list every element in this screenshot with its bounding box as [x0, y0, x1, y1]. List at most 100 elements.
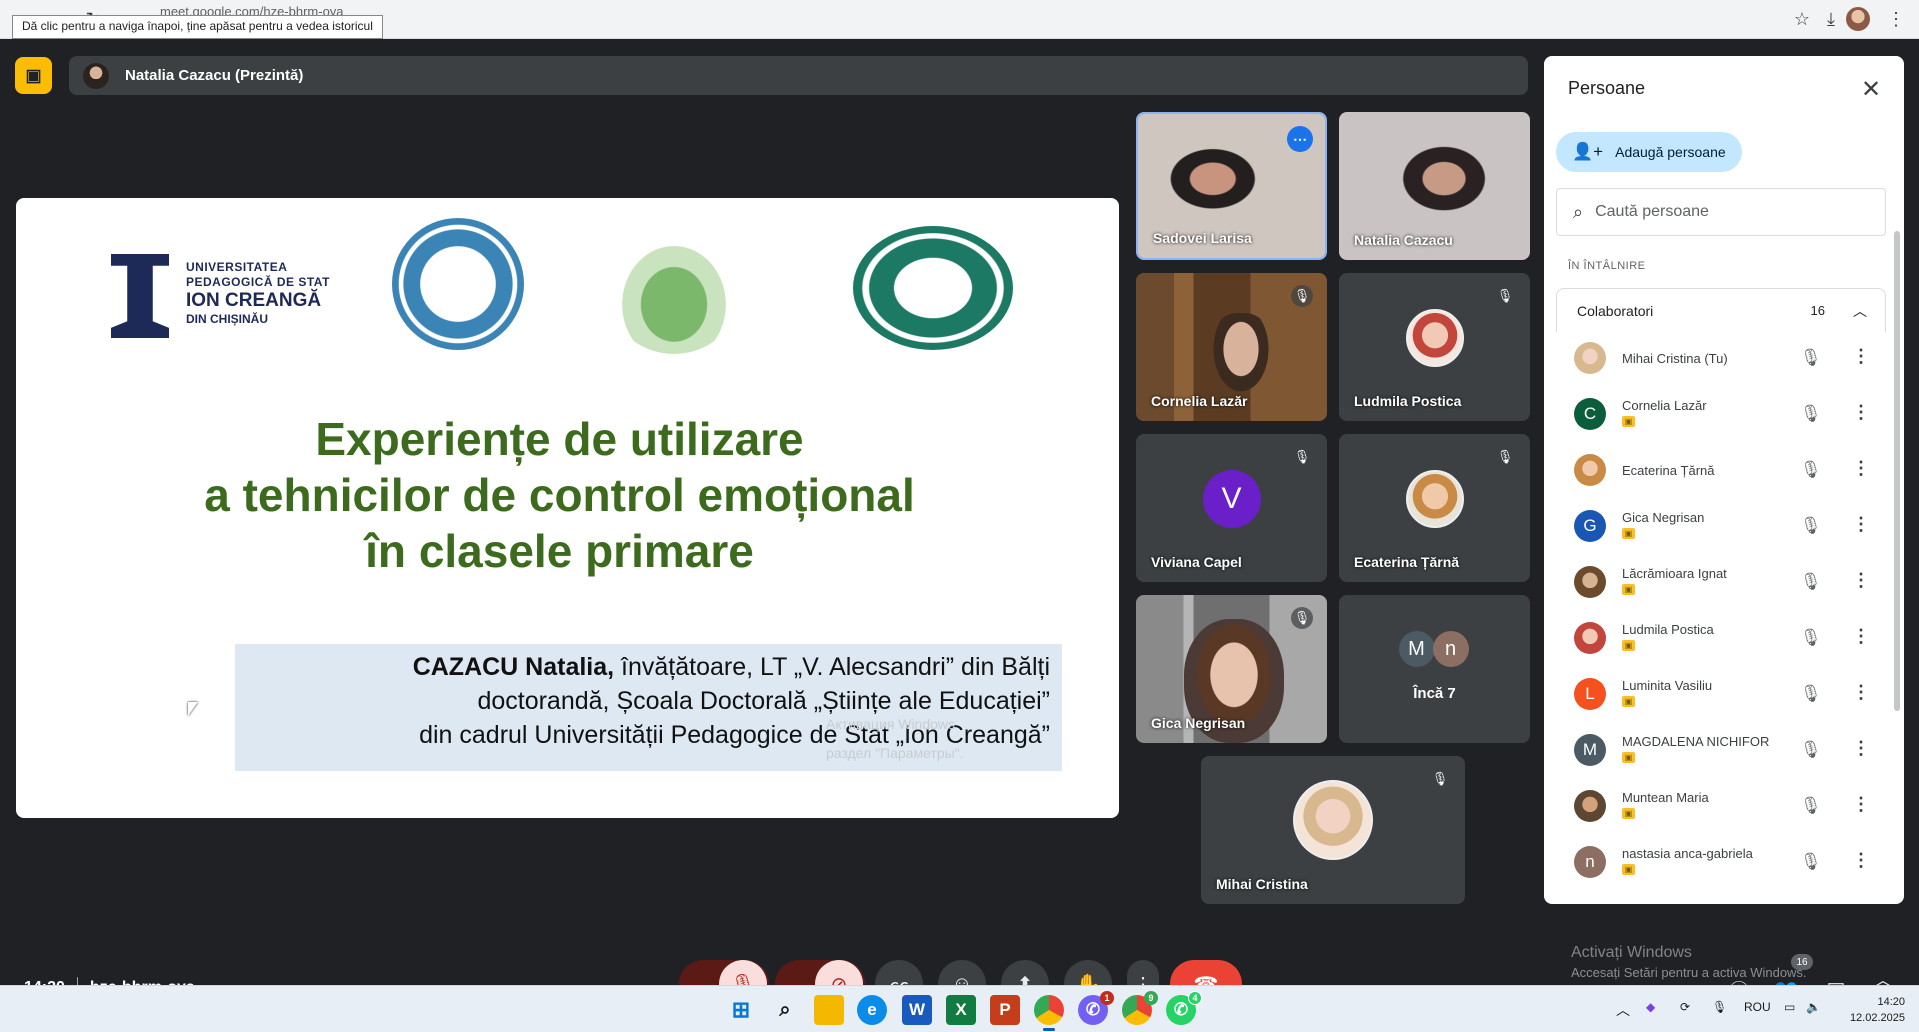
participant-avatar: C [1574, 398, 1606, 430]
upsc-logo: UNIVERSITATEA PEDAGOGICĂ DE STAT ION CRE… [111, 254, 351, 344]
participant-row[interactable]: Ludmila Postica ▣ 🎙 ⋮ [1556, 612, 1886, 668]
participant-row[interactable]: M MAGDALENA NICHIFOR ▣ 🎙 ⋮ [1556, 724, 1886, 780]
presenting-icon: ▣ [1622, 640, 1635, 651]
slide-title-line-3: în clasele primare [365, 525, 754, 577]
taskbar-clock[interactable]: 14:20 12.02.2025 [1850, 994, 1905, 1026]
avatar-initial: n [1432, 631, 1469, 667]
mic-off-icon: 🎙 [1800, 460, 1822, 479]
more-options-icon[interactable]: ⋮ [1852, 514, 1870, 535]
more-options-icon[interactable]: ⋮ [1852, 402, 1870, 423]
tile-ludmila-postica[interactable]: 🎙 Ludmila Postica [1339, 273, 1530, 421]
group-count: 16 [1810, 303, 1825, 318]
participant-name: Ludmila Postica [1622, 622, 1714, 637]
presenting-icon: ▣ [1622, 808, 1635, 819]
participant-row[interactable]: Muntean Maria ▣ 🎙 ⋮ [1556, 780, 1886, 836]
more-options-icon[interactable]: ⋮ [1852, 570, 1870, 591]
participant-photo [1293, 780, 1373, 860]
watermark-line-1: Активация Windows [826, 716, 956, 732]
chrome-badge: 9 [1144, 991, 1158, 1005]
presenter-label: Natalia Cazacu (Prezintă) [125, 67, 304, 84]
viber-icon[interactable]: ✆ 1 [1078, 991, 1114, 1025]
participant-avatar [1574, 342, 1606, 374]
more-options-icon[interactable]: ⋮ [1852, 626, 1870, 647]
close-icon[interactable]: ✕ [1856, 74, 1886, 104]
slide-title-line-2: a tehnicilor de control emoțional [204, 469, 915, 521]
activation-title: Activați Windows [1571, 944, 1692, 961]
more-options-icon[interactable]: ⋮ [1852, 794, 1870, 815]
tile-cornelia-lazar[interactable]: 🎙 Cornelia Lazăr [1136, 273, 1327, 421]
viber-badge: 1 [1100, 991, 1114, 1005]
tile-name: Mihai Cristina [1216, 876, 1308, 892]
author-role: învățătoare, LT „V. Alecsandri” din Bălț… [614, 653, 1050, 681]
taskbar-time: 14:20 [1877, 996, 1905, 1008]
tile-natalia-cazacu[interactable]: Natalia Cazacu [1339, 112, 1530, 260]
participant-row[interactable]: L Luminita Vasiliu ▣ 🎙 ⋮ [1556, 668, 1886, 724]
profile-avatar[interactable] [1846, 7, 1870, 31]
participant-row[interactable]: C Cornelia Lazăr ▣ 🎙 ⋮ [1556, 388, 1886, 444]
tray-app-icon[interactable]: ◆ [1646, 1000, 1655, 1014]
tile-gica-negrisan[interactable]: 🎙 Gica Negrisan [1136, 595, 1327, 743]
word-icon[interactable]: W [902, 995, 932, 1025]
participant-name: Gica Negrisan [1622, 510, 1705, 525]
tile-name: Natalia Cazacu [1354, 232, 1453, 248]
more-options-icon[interactable]: ⋮ [1852, 682, 1870, 703]
excel-icon[interactable]: X [946, 995, 976, 1025]
more-options-icon[interactable]: ⋮ [1852, 738, 1870, 759]
in-meeting-header: ÎN ÎNTÂLNIRE [1568, 260, 1646, 272]
presenting-icon: ▣ [1622, 416, 1635, 427]
microphone-tray-icon[interactable]: 🎙 [1712, 1000, 1727, 1014]
tile-mihai-cristina[interactable]: 🎙 Mihai Cristina [1201, 756, 1465, 904]
participant-avatar: n [1574, 846, 1606, 878]
meet-stage: ▣ Natalia Cazacu (Prezintă) UNIVERSITATE… [0, 40, 1919, 1008]
tile-viviana-capel[interactable]: V 🎙 Viviana Capel [1136, 434, 1327, 582]
participant-row[interactable]: G Gica Negrisan ▣ 🎙 ⋮ [1556, 500, 1886, 556]
participant-name: Ecaterina Țărnă [1622, 463, 1715, 478]
panel-scrollbar[interactable] [1894, 231, 1900, 711]
network-icon[interactable]: ▭ [1784, 1000, 1795, 1014]
sync-icon[interactable]: ⟳ [1680, 1000, 1690, 1014]
bookmark-star-icon[interactable]: ☆ [1789, 6, 1815, 32]
volume-icon[interactable]: 🔈 [1806, 1000, 1821, 1014]
start-icon[interactable]: ⊞ [726, 995, 756, 1025]
presenting-icon: ▣ [1622, 864, 1635, 875]
tray-chevron-icon[interactable]: ︿ [1616, 1000, 1630, 1020]
tile-more-participants[interactable]: M n Încă 7 [1339, 595, 1530, 743]
participant-row[interactable]: Mihai Cristina (Tu) 🎙 ⋮ [1556, 332, 1886, 388]
tile-sadovei-larisa[interactable]: ⋯ Sadovei Larisa [1136, 112, 1327, 260]
participant-avatar [1574, 790, 1606, 822]
whatsapp-icon[interactable]: ✆ 4 [1166, 991, 1202, 1025]
add-people-button[interactable]: 👤+ Adaugă persoane [1556, 132, 1742, 172]
search-people-input[interactable]: ⌕ Caută persoane [1556, 188, 1886, 236]
tile-ecaterina-tarna[interactable]: 🎙 Ecaterina Țărnă [1339, 434, 1530, 582]
more-options-icon[interactable]: ⋮ [1852, 458, 1870, 479]
slide-title-line-1: Experiențe de utilizare [315, 413, 804, 465]
presentation-icon[interactable]: ▣ [15, 57, 52, 94]
language-indicator[interactable]: ROU [1744, 1000, 1771, 1014]
search-placeholder: Caută persoane [1595, 203, 1709, 220]
powerpoint-icon[interactable]: P [990, 995, 1020, 1025]
people-count-badge: 16 [1791, 954, 1813, 970]
presenter-banner: Natalia Cazacu (Prezintă) [69, 56, 1528, 95]
participant-row[interactable]: Lăcrămioara Ignat ▣ 🎙 ⋮ [1556, 556, 1886, 612]
mic-off-icon: 🎙 [1496, 288, 1514, 303]
more-options-icon[interactable]: ⋮ [1852, 346, 1870, 367]
logo-line-3: ION CREANGĂ [186, 290, 322, 311]
tile-name: Gica Negrisan [1151, 715, 1246, 731]
chrome-profile-icon[interactable]: 9 [1122, 991, 1158, 1025]
search-icon[interactable]: ⌕ [770, 995, 800, 1025]
download-icon[interactable]: ⤓ [1818, 6, 1844, 32]
participant-avatar: M [1574, 734, 1606, 766]
file-explorer-icon[interactable] [814, 995, 844, 1025]
edge-icon[interactable]: e [857, 995, 887, 1025]
whatsapp-badge: 4 [1188, 991, 1202, 1005]
chevron-up-icon[interactable]: ︿ [1853, 301, 1867, 321]
participant-name: Luminita Vasiliu [1622, 678, 1713, 693]
more-options-icon[interactable]: ⋮ [1852, 850, 1870, 871]
participant-row[interactable]: n nastasia anca-gabriela ▣ 🎙 ⋮ [1556, 836, 1886, 892]
browser-menu-icon[interactable]: ⋮ [1883, 6, 1909, 32]
chrome-icon[interactable] [1034, 995, 1064, 1031]
contributors-group[interactable]: Colaboratori 16 ︿ [1556, 288, 1886, 332]
tile-name: Sadovei Larisa [1153, 230, 1252, 246]
participant-row[interactable]: Ecaterina Țărnă 🎙 ⋮ [1556, 444, 1886, 500]
more-options-icon[interactable]: ⋯ [1287, 126, 1313, 152]
